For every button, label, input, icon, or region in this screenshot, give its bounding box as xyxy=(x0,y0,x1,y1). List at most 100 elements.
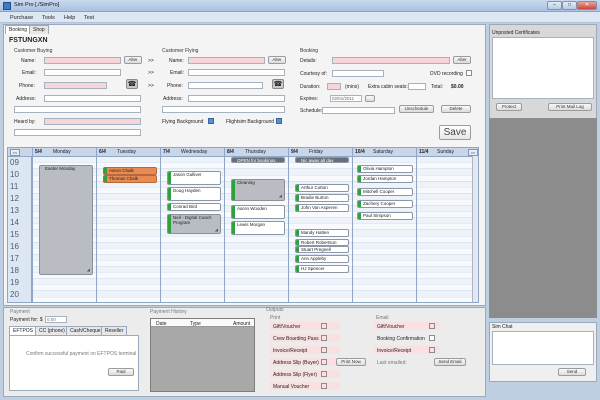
courtesy-input[interactable] xyxy=(332,70,384,77)
extra-seats-select[interactable] xyxy=(408,83,426,90)
expires-picker-button[interactable] xyxy=(365,95,375,102)
email-invoice-checkbox[interactable] xyxy=(429,347,435,353)
menu-help[interactable]: Help xyxy=(64,15,75,21)
print-now-button[interactable]: Print Now xyxy=(336,358,366,366)
print-manual-voucher-checkbox[interactable] xyxy=(321,383,327,389)
appointment[interactable]: Conrad Bird xyxy=(167,203,221,211)
flying-phone-input[interactable] xyxy=(188,82,263,89)
calendar-prev-button[interactable]: << xyxy=(10,149,20,156)
close-button[interactable]: ✕ xyxy=(577,1,597,10)
booking-alter-button[interactable]: Alter xyxy=(453,56,471,64)
buying-arrow-3[interactable]: >> xyxy=(148,83,154,89)
email-booking-confirmation-checkbox[interactable] xyxy=(429,335,435,341)
appointment[interactable]: Mandy Hatten xyxy=(295,229,349,237)
appointment[interactable]: Aaron Wooden xyxy=(231,205,285,219)
minimize-button[interactable]: – xyxy=(547,1,562,10)
dvd-checkbox[interactable] xyxy=(466,70,472,76)
day-column-fri[interactable]: Nic away all day Arthur Cotton Bradie Bu… xyxy=(288,157,352,302)
print-address-buyer-checkbox[interactable] xyxy=(321,359,327,365)
calendar-next-button[interactable]: >> xyxy=(468,149,478,156)
appointment[interactable]: Robert Robertson xyxy=(295,239,349,246)
certificates-list[interactable] xyxy=(492,37,594,99)
appointment[interactable]: Thomas Chalk xyxy=(103,175,157,183)
appointment[interactable]: Arthur Cotton xyxy=(295,184,349,192)
appointment[interactable]: Stuart Pregnell xyxy=(295,246,349,253)
buying-arrow-2[interactable]: >> xyxy=(148,70,154,76)
email-gift-voucher-checkbox[interactable] xyxy=(429,323,435,329)
buying-address-input[interactable] xyxy=(44,95,141,102)
flying-background-icon[interactable] xyxy=(208,118,214,124)
payment-tab-reseller[interactable]: Reseller xyxy=(101,326,128,335)
payment-amount-input[interactable]: 0.00 xyxy=(45,316,67,323)
flying-alter-button[interactable]: Alter xyxy=(268,56,286,64)
appointment[interactable]: OPEN for bookings xyxy=(231,157,285,163)
delete-button[interactable]: Delete xyxy=(441,105,471,113)
print-mail-log-button[interactable]: Print Mail Log xyxy=(548,103,592,111)
buying-email-input[interactable] xyxy=(44,69,121,76)
schedule-input[interactable] xyxy=(322,107,395,114)
calendar-scrollbar[interactable] xyxy=(472,156,478,302)
appointment[interactable]: Paul Simpson xyxy=(357,212,413,220)
expires-input[interactable]: 02/01/2011 xyxy=(330,95,362,102)
buying-phone-input[interactable] xyxy=(44,82,107,89)
save-button[interactable]: Save xyxy=(439,125,471,140)
tab-shop[interactable]: Shop xyxy=(29,25,49,34)
heard-by-select[interactable] xyxy=(44,118,141,125)
flying-phone-icon[interactable]: ☎ xyxy=(272,79,284,89)
menu-purchase[interactable]: Purchase xyxy=(10,15,33,21)
buying-arrow[interactable]: >> xyxy=(148,58,154,64)
sim-chat-box[interactable] xyxy=(492,331,594,365)
flightsim-background-icon[interactable] xyxy=(276,118,282,124)
payment-tab-eftpos[interactable]: EFTPOS xyxy=(9,326,38,335)
appointment[interactable]: John Van Asperen xyxy=(295,204,349,212)
buying-alter-button[interactable]: Alter xyxy=(124,56,142,64)
send-email-button[interactable]: Send Email xyxy=(434,358,466,366)
flying-address-input[interactable] xyxy=(188,95,285,102)
paid-button[interactable]: Paid xyxy=(108,368,134,376)
protect-button[interactable]: Protect xyxy=(496,103,522,111)
buying-address-line2[interactable] xyxy=(14,106,141,113)
day-column-thu[interactable]: OPEN for bookings Cleaning ◢ Aaron Wooden… xyxy=(224,157,288,302)
payment-tab-cc[interactable]: CC (phone) xyxy=(35,326,69,335)
outputs-title: Outputs xyxy=(266,307,284,313)
print-gift-voucher-checkbox[interactable] xyxy=(321,323,327,329)
flying-name-input[interactable] xyxy=(188,57,265,64)
duration-input[interactable] xyxy=(327,83,341,90)
appointment[interactable]: Zachery Cooper xyxy=(357,200,413,208)
appointment[interactable]: Olivia Hampton xyxy=(357,165,413,173)
appointment[interactable]: Easter Monday ◢ xyxy=(39,165,93,275)
tab-booking[interactable]: Booking xyxy=(5,25,32,34)
appointment[interactable]: Neil - Digital Coach Program ◢ xyxy=(167,214,221,234)
day-column-wed[interactable]: Jason Gulliver Doug Hayden Conrad Bird N… xyxy=(160,157,224,302)
day-column-mon[interactable]: Easter Monday ◢ xyxy=(32,157,96,302)
day-column-sun[interactable] xyxy=(416,157,478,302)
appointment[interactable]: Ann Appleby xyxy=(295,255,349,263)
flying-address-line2[interactable] xyxy=(162,106,285,113)
appointment[interactable]: Jordan Hampton xyxy=(357,175,413,183)
day-column-sat[interactable]: Olivia Hampton Jordan Hampton Mitchell C… xyxy=(352,157,416,302)
flying-email-input[interactable] xyxy=(188,69,285,76)
appointment[interactable]: Bradie Burton xyxy=(295,194,349,202)
appointment[interactable]: Aaron Chalk xyxy=(103,167,157,175)
maximize-button[interactable]: □ xyxy=(562,1,577,10)
appointment[interactable]: Jason Gulliver xyxy=(167,171,221,185)
appointment[interactable]: Cleaning ◢ xyxy=(231,179,285,201)
booking-details-select[interactable] xyxy=(332,57,450,64)
phone-icon[interactable]: ☎ xyxy=(126,79,138,89)
print-address-flyer-checkbox[interactable] xyxy=(321,371,327,377)
appointment[interactable]: HJ Spencer xyxy=(295,265,349,273)
appointment[interactable]: Nic away all day xyxy=(295,157,349,163)
buying-name-input[interactable] xyxy=(44,57,121,64)
print-crew-pass-checkbox[interactable] xyxy=(321,335,327,341)
heard-by-detail[interactable] xyxy=(14,129,141,136)
sim-chat-send-button[interactable]: Send xyxy=(558,368,586,376)
appointment[interactable]: Lewis Morgan xyxy=(231,221,285,235)
day-column-tue[interactable]: Aaron Chalk Thomas Chalk xyxy=(96,157,160,302)
print-invoice-checkbox[interactable] xyxy=(321,347,327,353)
unschedule-button[interactable]: Unschedule xyxy=(399,105,434,113)
appointment[interactable]: Mitchell Cooper xyxy=(357,188,413,196)
menu-test[interactable]: Test xyxy=(84,15,94,21)
payment-tab-cash[interactable]: Cash/Cheque xyxy=(66,326,105,335)
appointment[interactable]: Doug Hayden xyxy=(167,187,221,201)
menu-tools[interactable]: Tools xyxy=(42,15,55,21)
